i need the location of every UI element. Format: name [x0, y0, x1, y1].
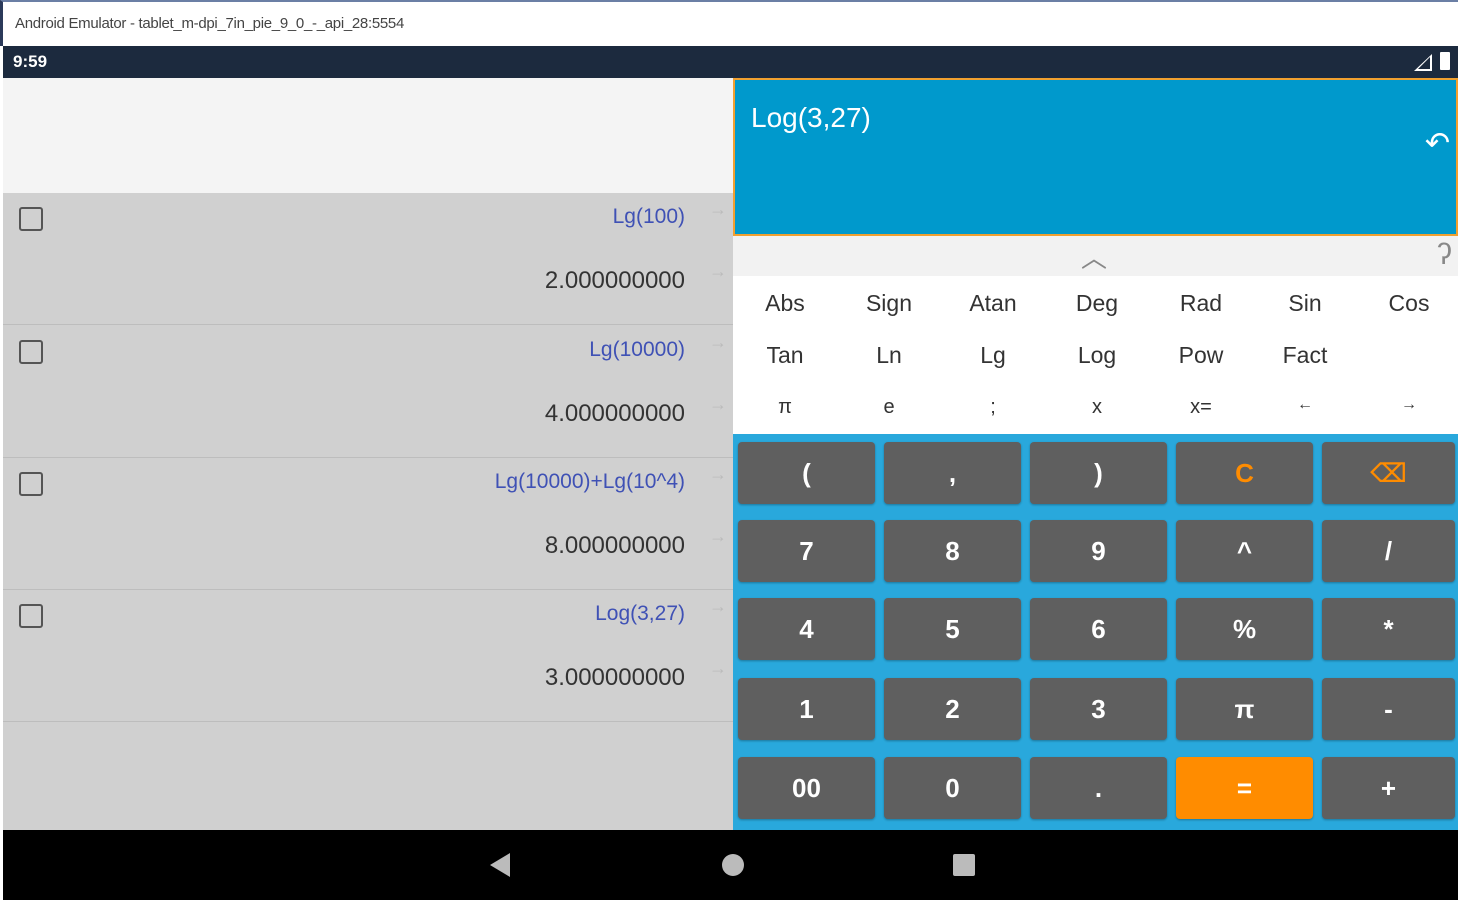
key-6[interactable]: 6 — [1030, 598, 1167, 660]
insert-arrow-icon[interactable]: → — [709, 261, 727, 282]
key-7[interactable]: 7 — [738, 520, 875, 582]
history-item[interactable]: Log(3,27) → 3.000000000 → — [3, 590, 733, 722]
history-expression[interactable]: Log(3,27) — [595, 602, 685, 626]
history-panel: Lg(100) → 2.000000000 → Lg(10000) → 4.00… — [3, 78, 733, 830]
undo-icon[interactable]: ↶ — [1425, 126, 1450, 161]
history-result[interactable]: 8.000000000 — [545, 532, 685, 560]
insert-arrow-icon[interactable]: → — [709, 394, 727, 415]
func-log-button[interactable]: Log — [1045, 342, 1149, 369]
key-1[interactable]: 1 — [738, 678, 875, 740]
key-8[interactable]: 8 — [884, 520, 1021, 582]
keypad: ( , ) C ⌫ 7 8 9 ^ / 4 5 6 % * 1 2 3 π - … — [733, 434, 1458, 830]
func-ln-button[interactable]: Ln — [837, 342, 941, 369]
func-tan-button[interactable]: Tan — [733, 342, 837, 369]
signal-icon — [1414, 54, 1432, 71]
history-header — [3, 78, 733, 193]
status-bar: 9:59 — [3, 46, 1458, 78]
func-semicolon-button[interactable]: ; — [941, 396, 1045, 419]
func-sign-button[interactable]: Sign — [837, 290, 941, 317]
history-expression[interactable]: Lg(100) — [613, 205, 685, 229]
key-0[interactable]: 0 — [884, 757, 1021, 819]
window-title: Android Emulator - tablet_m-dpi_7in_pie_… — [15, 15, 405, 32]
func-x-equals-button[interactable]: x= — [1149, 396, 1253, 419]
function-panel-handle[interactable]: ︿ ʔ — [733, 236, 1458, 276]
expression-display[interactable]: Log(3,27) ↶ — [733, 78, 1458, 236]
clear-button[interactable]: C — [1176, 442, 1313, 504]
history-result[interactable]: 3.000000000 — [545, 664, 685, 692]
insert-arrow-icon[interactable]: → — [709, 658, 727, 679]
insert-arrow-icon[interactable]: → — [709, 199, 727, 220]
key-open-paren[interactable]: ( — [738, 442, 875, 504]
home-icon[interactable] — [722, 854, 744, 876]
history-result[interactable]: 4.000000000 — [545, 400, 685, 428]
func-rad-button[interactable]: Rad — [1149, 290, 1253, 317]
func-x-button[interactable]: x — [1045, 396, 1149, 419]
calculator-panel: Log(3,27) ↶ ︿ ʔ Abs Sign Atan Deg Rad Si… — [733, 78, 1458, 830]
key-power[interactable]: ^ — [1176, 520, 1313, 582]
history-item[interactable]: Lg(10000)+Lg(10^4) → 8.000000000 → — [3, 458, 733, 590]
key-pi[interactable]: π — [1176, 678, 1313, 740]
key-divide[interactable]: / — [1322, 520, 1455, 582]
history-result[interactable]: 2.000000000 — [545, 267, 685, 295]
func-pow-button[interactable]: Pow — [1149, 342, 1253, 369]
func-cos-button[interactable]: Cos — [1357, 290, 1458, 317]
key-3[interactable]: 3 — [1030, 678, 1167, 740]
equals-button[interactable]: = — [1176, 757, 1313, 819]
battery-icon — [1440, 52, 1450, 70]
func-lg-button[interactable]: Lg — [941, 342, 1045, 369]
key-00[interactable]: 00 — [738, 757, 875, 819]
chevron-up-icon[interactable]: ︿ — [1081, 238, 1107, 275]
history-checkbox[interactable] — [19, 472, 43, 496]
function-panel: Abs Sign Atan Deg Rad Sin Cos Tan Ln Lg … — [733, 276, 1458, 434]
history-item[interactable]: Lg(10000) → 4.000000000 → — [3, 326, 733, 458]
navigation-bar — [3, 830, 1458, 900]
func-fact-button[interactable]: Fact — [1253, 342, 1357, 369]
key-decimal[interactable]: . — [1030, 757, 1167, 819]
func-e-button[interactable]: e — [837, 396, 941, 419]
history-item[interactable]: Lg(100) → 2.000000000 → — [3, 193, 733, 325]
insert-arrow-icon[interactable]: → — [709, 526, 727, 547]
insert-arrow-icon[interactable]: → — [709, 332, 727, 353]
key-close-paren[interactable]: ) — [1030, 442, 1167, 504]
status-time: 9:59 — [13, 52, 48, 71]
window-title-bar: Android Emulator - tablet_m-dpi_7in_pie_… — [0, 0, 1458, 46]
recent-apps-icon[interactable] — [953, 854, 975, 876]
insert-arrow-icon[interactable]: → — [709, 464, 727, 485]
key-percent[interactable]: % — [1176, 598, 1313, 660]
func-sin-button[interactable]: Sin — [1253, 290, 1357, 317]
func-deg-button[interactable]: Deg — [1045, 290, 1149, 317]
key-2[interactable]: 2 — [884, 678, 1021, 740]
history-checkbox[interactable] — [19, 604, 43, 628]
backspace-icon[interactable]: ⌫ — [1322, 442, 1455, 504]
key-9[interactable]: 9 — [1030, 520, 1167, 582]
history-checkbox[interactable] — [19, 207, 43, 231]
func-pi-button[interactable]: π — [733, 396, 837, 419]
history-expression[interactable]: Lg(10000)+Lg(10^4) — [495, 470, 685, 494]
func-atan-button[interactable]: Atan — [941, 290, 1045, 317]
cursor-left-button[interactable]: ← — [1253, 396, 1357, 414]
display-expression[interactable]: Log(3,27) — [751, 102, 871, 134]
history-expression[interactable]: Lg(10000) — [589, 338, 685, 362]
help-icon[interactable]: ʔ — [1437, 238, 1452, 272]
key-multiply[interactable]: * — [1322, 598, 1455, 660]
key-4[interactable]: 4 — [738, 598, 875, 660]
func-abs-button[interactable]: Abs — [733, 290, 837, 317]
insert-arrow-icon[interactable]: → — [709, 596, 727, 617]
calculator-app: Lg(100) → 2.000000000 → Lg(10000) → 4.00… — [3, 78, 1458, 830]
key-comma[interactable]: , — [884, 442, 1021, 504]
history-checkbox[interactable] — [19, 340, 43, 364]
key-5[interactable]: 5 — [884, 598, 1021, 660]
cursor-right-button[interactable]: → — [1357, 396, 1458, 414]
back-icon[interactable] — [490, 853, 510, 877]
key-plus[interactable]: + — [1322, 757, 1455, 819]
key-minus[interactable]: - — [1322, 678, 1455, 740]
